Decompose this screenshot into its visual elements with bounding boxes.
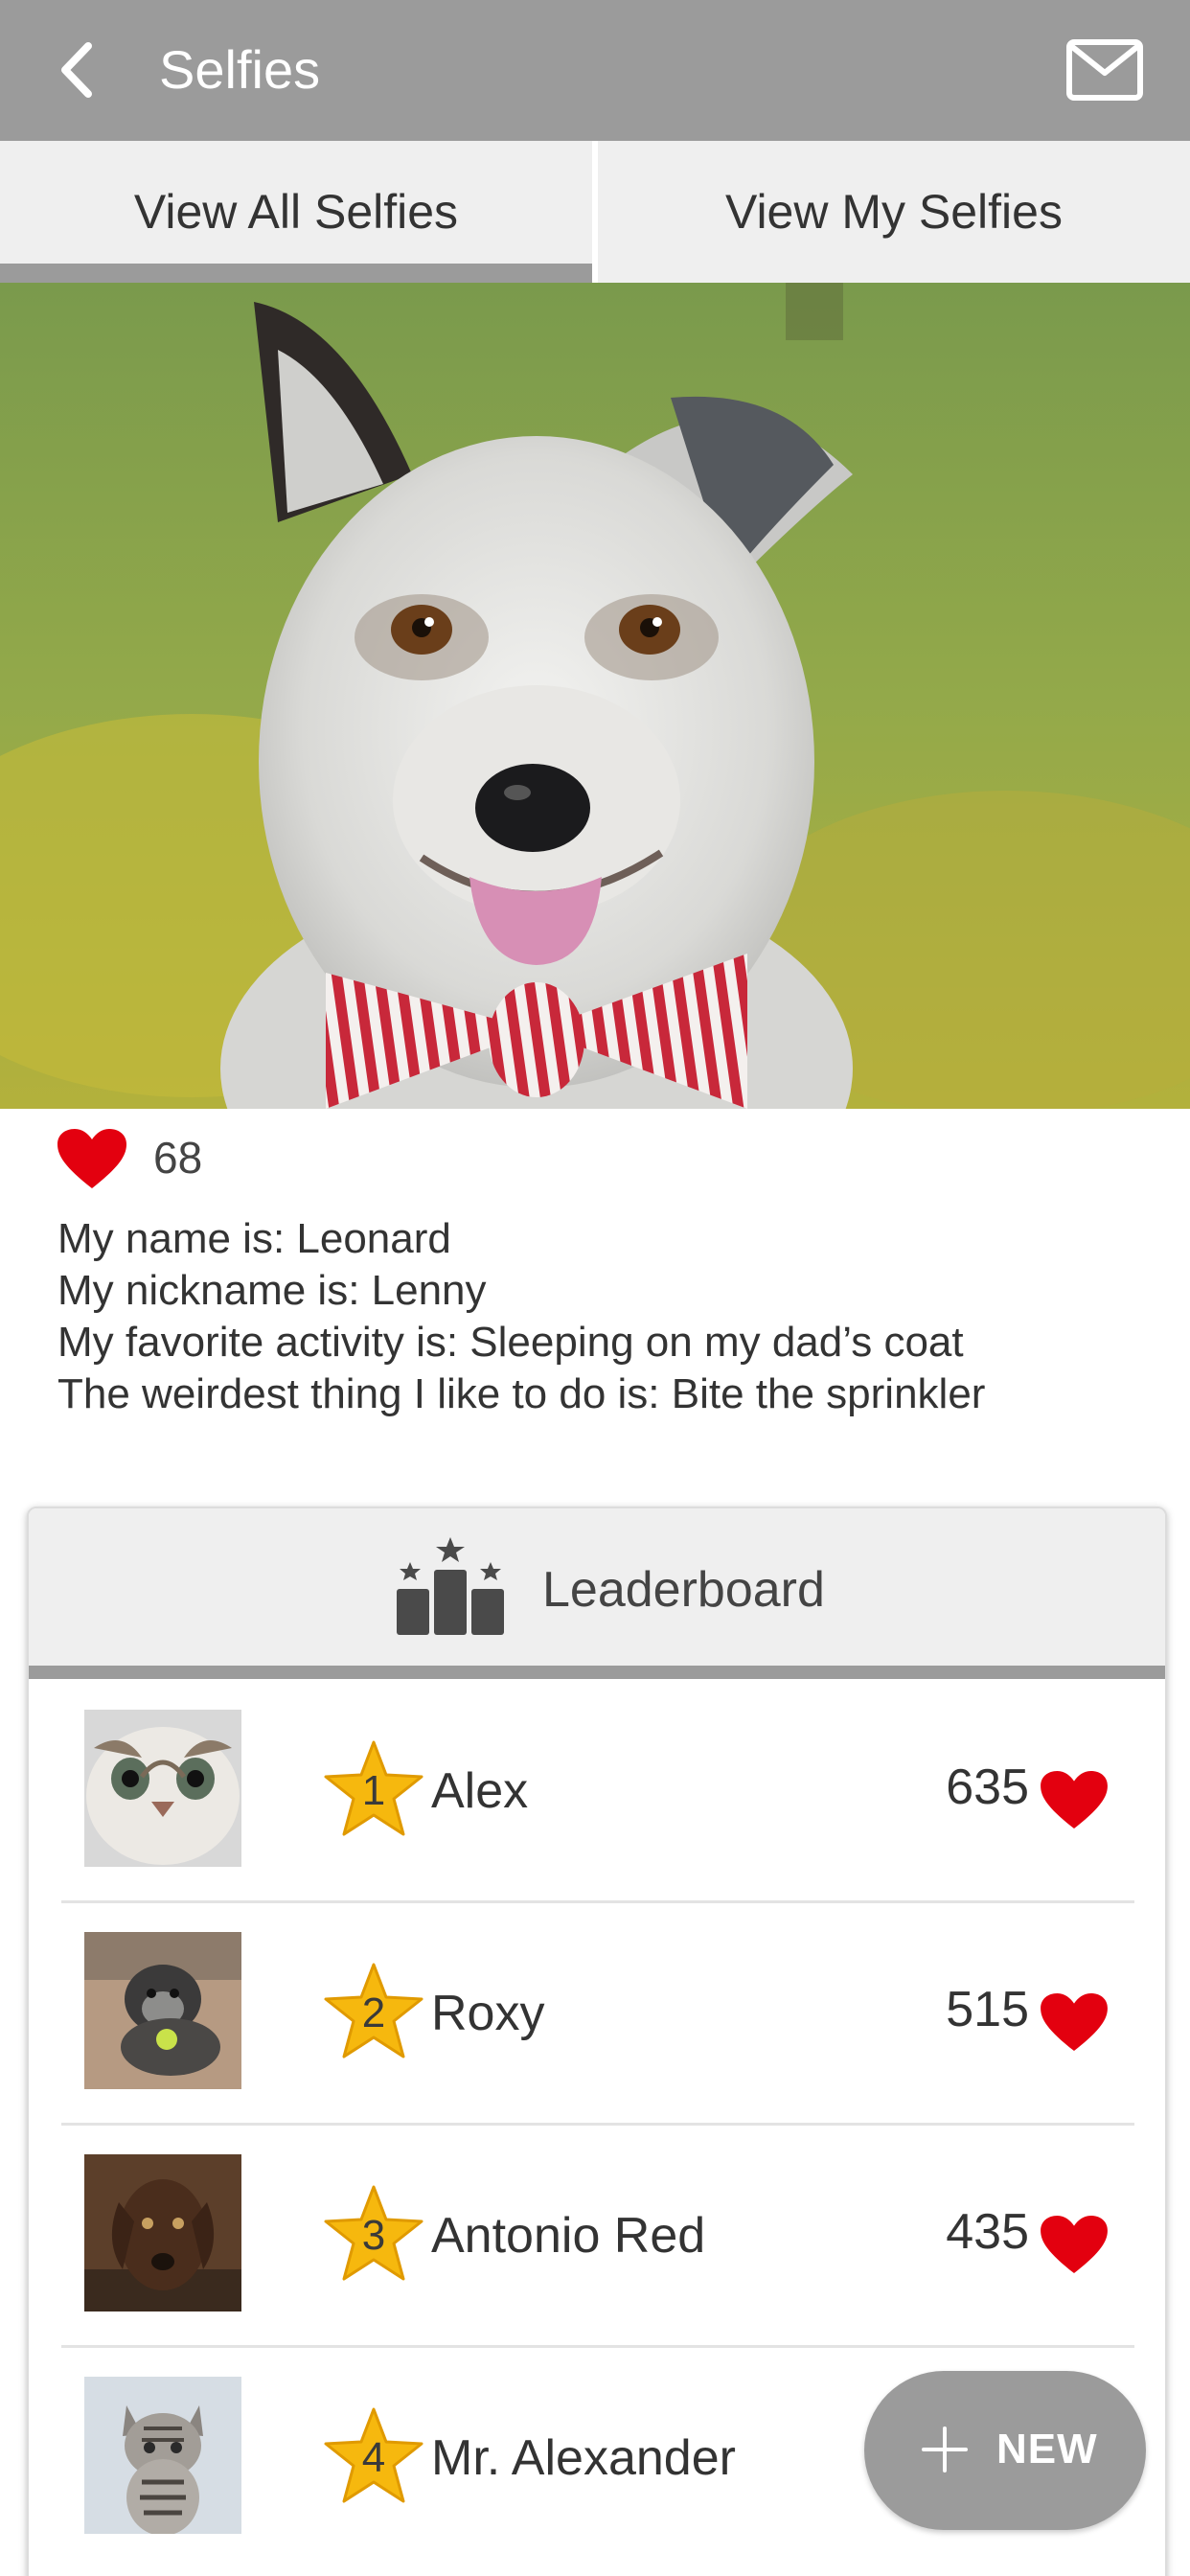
pet-bio: My name is: Leonard My nickname is: Lenn…: [57, 1213, 1159, 1420]
heart-icon: [1041, 2215, 1108, 2274]
selfie-photo[interactable]: [0, 283, 1190, 1109]
likes-count: 68: [153, 1133, 203, 1183]
player-name: Roxy: [431, 1986, 545, 2041]
rank-number: 4: [361, 2434, 386, 2481]
rank-star: 3: [322, 2183, 425, 2283]
cat-thumbnail: [84, 1710, 241, 1867]
rank-number: 1: [361, 1767, 386, 1814]
heart-icon: [1041, 1992, 1108, 2052]
rank-number: 2: [361, 1990, 386, 2036]
podium-icon: [397, 1537, 504, 1635]
leaderboard-header[interactable]: Leaderboard: [29, 1508, 1165, 1666]
rank-star: 2: [322, 1961, 425, 2060]
dog-photo: [0, 283, 1190, 1109]
tab-view-my-selfies[interactable]: View My Selfies: [598, 141, 1190, 283]
player-name: Antonio Red: [431, 2208, 706, 2264]
leaderboard-title: Leaderboard: [542, 1562, 825, 1618]
bio-favorite-activity: My favorite activity is: Sleeping on my …: [57, 1319, 964, 1366]
puppy-thumbnail: [84, 1932, 241, 2089]
heart-icon: [1041, 1770, 1108, 1829]
tab-view-all-selfies[interactable]: View All Selfies: [0, 141, 592, 283]
leaderboard-row[interactable]: 2 Roxy 515: [61, 1903, 1134, 2126]
rank-star: 4: [322, 2405, 425, 2505]
back-button[interactable]: [46, 36, 113, 104]
bio-nickname: My nickname is: Lenny: [57, 1267, 487, 1314]
player-name: Alex: [431, 1763, 529, 1819]
leaderboard-header-bar: [29, 1666, 1165, 1679]
new-selfie-button[interactable]: NEW: [864, 2371, 1146, 2530]
leaderboard-row[interactable]: 1 Alex 635: [61, 1681, 1134, 1903]
player-score: 515: [946, 1982, 1029, 2037]
player-score: 435: [946, 2204, 1029, 2260]
player-name: Mr. Alexander: [431, 2430, 736, 2486]
chevron-left-icon: [61, 42, 92, 98]
plus-icon: [922, 2426, 968, 2472]
heart-icon[interactable]: [56, 1127, 128, 1190]
rank-star: 1: [322, 1738, 425, 1838]
leaderboard-row[interactable]: 3 Antonio Red 435: [61, 2126, 1134, 2348]
rank-number: 3: [361, 2212, 386, 2259]
envelope-icon: [1066, 39, 1143, 101]
new-button-label: NEW: [996, 2426, 1098, 2472]
mail-button[interactable]: [1065, 36, 1144, 104]
bio-name: My name is: Leonard: [57, 1215, 451, 1262]
app-bar: Selfies: [0, 0, 1190, 141]
bio-weirdest-thing: The weirdest thing I like to do is: Bite…: [57, 1370, 986, 1417]
kitten-thumbnail: [84, 2377, 241, 2534]
page-title: Selfies: [159, 39, 321, 100]
selected-tab-indicator: [0, 264, 592, 283]
tab-bar: View All Selfies View My Selfies: [0, 141, 1190, 283]
player-score: 635: [946, 1760, 1029, 1815]
brown-dog-thumbnail: [84, 2154, 241, 2312]
